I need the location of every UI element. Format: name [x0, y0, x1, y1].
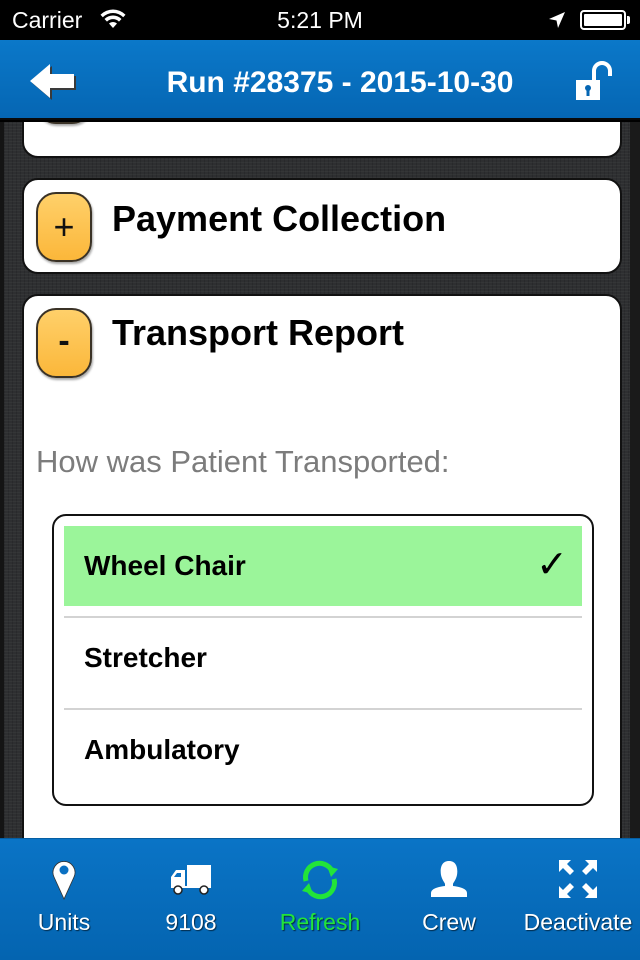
tab-label: 9108 [165, 909, 217, 935]
tab-label: Refresh [279, 909, 361, 935]
location-arrow-icon [549, 12, 565, 28]
status-bar: Carrier 5:21 PM [0, 0, 640, 40]
option-label: Ambulatory [84, 734, 240, 765]
tab-units[interactable]: Units [0, 839, 128, 960]
person-icon [431, 861, 467, 897]
option-label: Wheel Chair [84, 550, 246, 581]
expand-arrows-icon [559, 860, 597, 898]
tab-label: Units [37, 909, 91, 935]
content-scroll-area[interactable]: + Payment Collection - Transport Report … [0, 122, 640, 838]
tab-crew[interactable]: Crew [385, 839, 513, 960]
content-edge-right [630, 122, 640, 838]
payment-collection-toggle-button[interactable]: + [36, 192, 92, 262]
payment-collection-panel[interactable]: + Payment Collection [22, 178, 622, 274]
option-wheel-chair[interactable]: Wheel Chair ✓ [64, 526, 582, 606]
tab-refresh[interactable]: Refresh [256, 839, 384, 960]
payment-collection-title: Payment Collection [112, 198, 447, 239]
checkmark-icon: ✓ [536, 544, 568, 586]
battery-tip [627, 16, 630, 24]
nav-bar: Run #28375 - 2015-10-30 [0, 40, 640, 120]
transport-report-toggle-button[interactable]: - [36, 308, 92, 378]
battery-icon [580, 10, 626, 30]
refresh-icon [302, 860, 338, 900]
unlocked-padlock-icon[interactable] [574, 60, 614, 102]
transport-report-title: Transport Report [112, 312, 405, 353]
transport-question-label: How was Patient Transported: [36, 444, 450, 479]
option-stretcher[interactable]: Stretcher [64, 618, 582, 698]
tab-unit-9108[interactable]: 9108 [127, 839, 255, 960]
map-pin-icon [52, 861, 76, 900]
clock: 5:21 PM [277, 7, 363, 33]
tab-label: Deactivate [523, 909, 633, 935]
option-ambulatory[interactable]: Ambulatory [64, 710, 582, 790]
tab-bar: Units 9108 Refresh Crew Deactivate [0, 838, 640, 960]
tab-deactivate[interactable]: Deactivate [514, 839, 640, 960]
truck-icon [171, 865, 211, 895]
transport-report-panel: - Transport Report How was Patient Trans… [22, 294, 622, 838]
minus-icon: - [58, 322, 70, 360]
option-label: Stretcher [84, 642, 207, 673]
previous-section-panel [22, 122, 622, 158]
content-edge-left [0, 122, 4, 838]
page-title: Run #28375 - 2015-10-30 [166, 66, 514, 99]
plus-icon: + [53, 206, 75, 247]
transport-method-list: Wheel Chair ✓ Stretcher Ambulatory [52, 514, 594, 806]
tab-label: Crew [422, 909, 476, 935]
previous-section-toggle-button[interactable] [36, 122, 92, 124]
